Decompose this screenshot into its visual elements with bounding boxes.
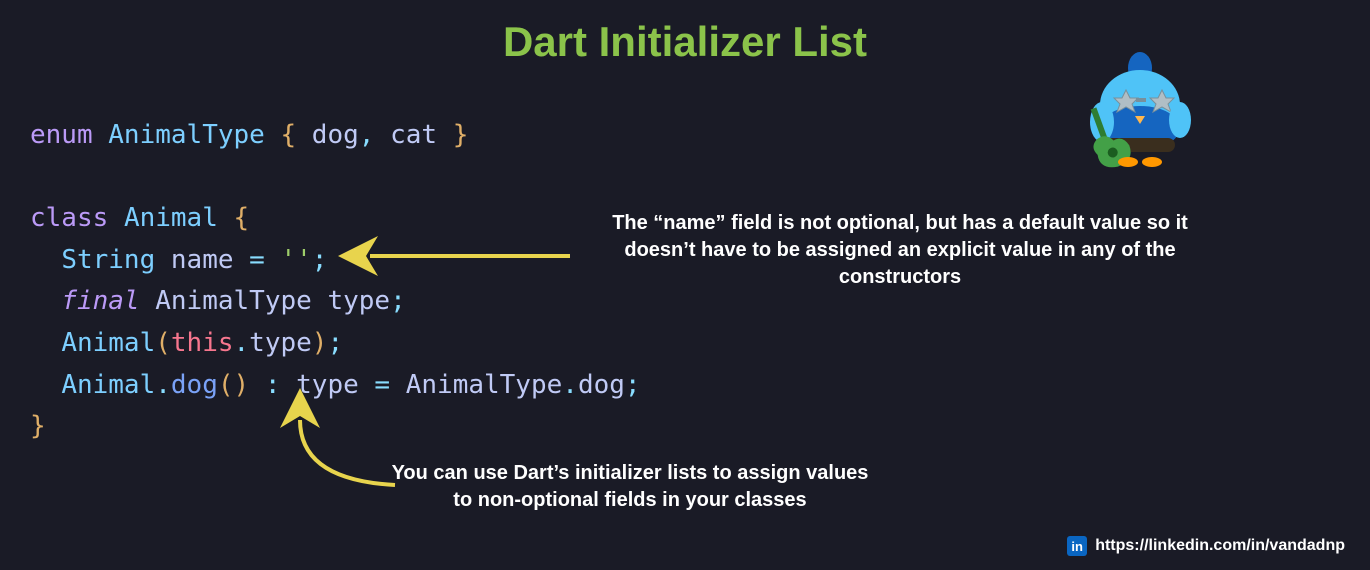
named-constructor-dog: dog	[171, 370, 218, 400]
code-block: enum AnimalType { dog, cat } class Anima…	[30, 115, 641, 448]
annotation-name-field: The “name” field is not optional, but ha…	[580, 210, 1220, 291]
dart-mascot-icon	[1080, 50, 1200, 190]
linkedin-icon: in	[1067, 536, 1087, 556]
keyword-class: class	[30, 203, 108, 233]
field-type: type	[327, 286, 390, 316]
type-animaltype: AnimalType	[108, 120, 265, 150]
keyword-final: final	[61, 286, 139, 316]
type-animal: Animal	[124, 203, 218, 233]
footer-link[interactable]: in https://linkedin.com/in/vandadnp	[1067, 536, 1345, 556]
keyword-enum: enum	[30, 120, 93, 150]
footer-url: https://linkedin.com/in/vandadnp	[1095, 537, 1345, 555]
field-name: name	[171, 245, 234, 275]
keyword-this: this	[171, 328, 234, 358]
annotation-initializer-list: You can use Dart’s initializer lists to …	[390, 460, 870, 514]
